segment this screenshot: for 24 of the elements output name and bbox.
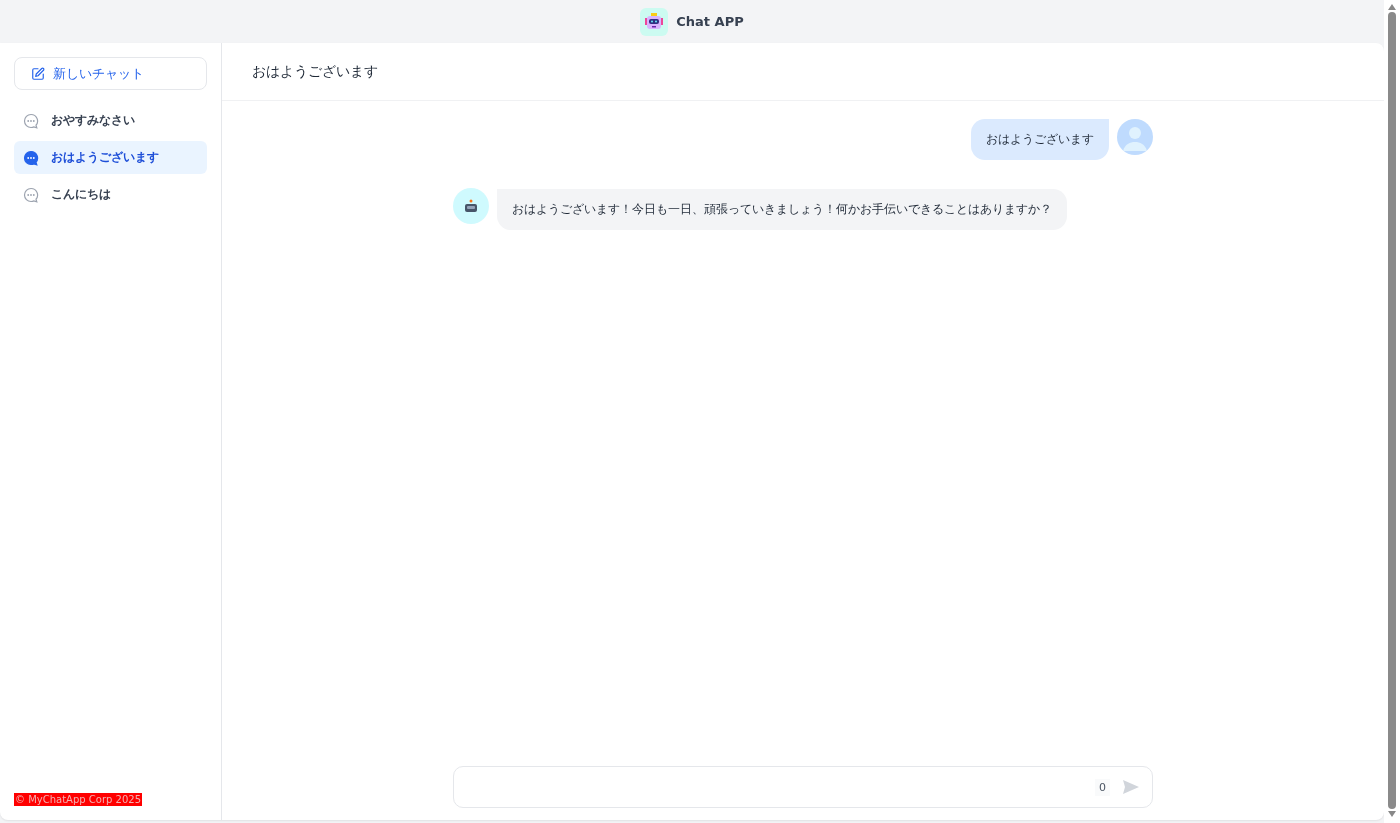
chat-list-label: おやすみなさい	[51, 112, 135, 129]
bot-avatar	[453, 188, 489, 224]
message-input[interactable]: 0	[453, 766, 1153, 808]
chat-list-item[interactable]: おやすみなさい	[14, 104, 207, 137]
app-title: Chat APP	[676, 14, 744, 29]
chat-list-label: おはようございます	[51, 149, 159, 166]
character-count: 0	[1095, 778, 1110, 796]
chat-title: おはようございます	[252, 62, 378, 81]
chat-list-item[interactable]: おはようございます	[14, 141, 207, 174]
chat-list-label: こんにちは	[51, 186, 111, 203]
scrollbar[interactable]	[1384, 0, 1400, 823]
chat-bubble-icon	[23, 186, 39, 203]
user-avatar	[1117, 119, 1153, 155]
scroll-down-icon[interactable]	[1388, 811, 1396, 817]
new-chat-button[interactable]: 新しいチャット	[14, 57, 207, 90]
chat-bubble-icon	[23, 149, 39, 166]
chat-bubble-icon	[23, 112, 39, 129]
edit-icon	[31, 66, 45, 81]
scroll-up-icon[interactable]	[1388, 4, 1396, 10]
chat-list-item[interactable]: こんにちは	[14, 178, 207, 211]
copyright-text: © MyChatApp Corp 2025	[14, 793, 142, 806]
bot-message: おはようございます！今日も一日、頑張っていきましょう！何かお手伝いできることはありますか？	[497, 189, 1067, 230]
robot-logo-icon	[640, 7, 669, 36]
user-message: おはようございます	[971, 119, 1109, 160]
